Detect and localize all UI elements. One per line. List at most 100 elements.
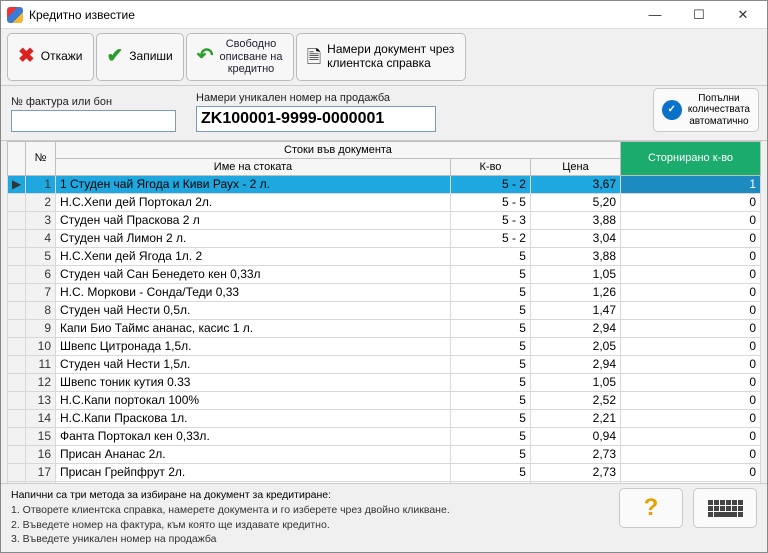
row-price: 2,05 [530, 337, 620, 355]
row-storn[interactable]: 0 [621, 247, 761, 265]
table-row[interactable]: 3Студен чай Праскова 2 л5 - 33,880 [8, 211, 761, 229]
row-price: 2,21 [530, 409, 620, 427]
row-qty: 5 [450, 445, 530, 463]
row-qty: 5 [450, 355, 530, 373]
save-button[interactable]: ✔ Запиши [96, 33, 184, 81]
unique-label: Намери уникален номер на продажба [196, 92, 436, 104]
row-marker [8, 409, 26, 427]
row-storn[interactable]: 1 [621, 175, 761, 193]
row-no: 12 [26, 373, 56, 391]
row-price: 2,52 [530, 391, 620, 409]
table-row[interactable]: 14Н.С.Капи Праскова 1л.52,210 [8, 409, 761, 427]
unique-input[interactable] [196, 106, 436, 132]
row-marker [8, 193, 26, 211]
col-storn[interactable]: Сторнирано к-во [621, 141, 761, 175]
col-name[interactable]: Име на стоката [56, 158, 451, 175]
row-storn[interactable]: 0 [621, 337, 761, 355]
free-credit-label: Свободно описване на кредитно [220, 38, 283, 76]
row-qty: 5 [450, 283, 530, 301]
table-row[interactable]: 13Н.С.Капи портокал 100%52,520 [8, 391, 761, 409]
row-price: 0,94 [530, 427, 620, 445]
row-storn[interactable]: 0 [621, 355, 761, 373]
find-document-button[interactable]: 🗎 Намери документ чрез клиентска справка [296, 33, 466, 81]
row-marker [8, 229, 26, 247]
table-row[interactable]: 17Присан Грейпфрут 2л.52,730 [8, 463, 761, 481]
row-name: Присан Ананас 2л. [56, 445, 451, 463]
row-storn[interactable]: 0 [621, 265, 761, 283]
auto-fill-button[interactable]: ✓ Попълни количествата автоматично [653, 88, 759, 133]
row-storn[interactable]: 0 [621, 463, 761, 481]
row-name: Н.С.Капи портокал 100% [56, 391, 451, 409]
grid-title: Стоки във документа [56, 141, 621, 158]
row-storn[interactable]: 0 [621, 229, 761, 247]
row-storn[interactable]: 0 [621, 445, 761, 463]
maximize-button[interactable]: ☐ [677, 3, 721, 27]
row-qty: 5 [450, 319, 530, 337]
row-storn[interactable]: 0 [621, 391, 761, 409]
col-qty[interactable]: К-во [450, 158, 530, 175]
table-row[interactable]: 8Студен чай Нести 0,5л.51,470 [8, 301, 761, 319]
row-no: 15 [26, 427, 56, 445]
row-price: 3,04 [530, 229, 620, 247]
row-storn[interactable]: 0 [621, 193, 761, 211]
invoice-input[interactable] [11, 110, 176, 132]
save-label: Запиши [129, 50, 172, 64]
row-storn[interactable]: 0 [621, 283, 761, 301]
footer-line-1: 1. Отворете клиентска справка, намерете … [11, 503, 609, 517]
row-storn[interactable]: 0 [621, 373, 761, 391]
table-row[interactable]: 7Н.С. Моркови - Сонда/Теди 0,3351,260 [8, 283, 761, 301]
cancel-button[interactable]: ✖ Откажи [7, 33, 94, 81]
table-row[interactable]: 2Н.С.Хепи дей Портокал 2л.5 - 55,200 [8, 193, 761, 211]
help-button[interactable]: ? [619, 488, 683, 528]
table-row[interactable]: 16Присан Ананас 2л.52,730 [8, 445, 761, 463]
row-marker [8, 337, 26, 355]
table-row[interactable]: 10Швепс Цитронада 1,5л.52,050 [8, 337, 761, 355]
table-row[interactable]: 5Н.С.Хепи дей Ягода 1л. 253,880 [8, 247, 761, 265]
row-qty: 5 [450, 463, 530, 481]
search-area: № фактура или бон Намери уникален номер … [1, 86, 767, 141]
footer-header: Напични са три метода за избиране на док… [11, 488, 609, 502]
row-no: 13 [26, 391, 56, 409]
col-price[interactable]: Цена [530, 158, 620, 175]
row-marker [8, 319, 26, 337]
minimize-button[interactable]: — [633, 3, 677, 27]
row-name: Студен чай Лимон 2 л. [56, 229, 451, 247]
row-price: 2,94 [530, 355, 620, 373]
row-storn[interactable]: 0 [621, 427, 761, 445]
table-row[interactable]: 4Студен чай Лимон 2 л.5 - 23,040 [8, 229, 761, 247]
row-storn[interactable]: 0 [621, 211, 761, 229]
titlebar: Кредитно известие — ☐ ✕ [1, 1, 767, 29]
row-name: Н.С.Капи Праскова 1л. [56, 409, 451, 427]
row-no: 9 [26, 319, 56, 337]
keyboard-button[interactable] [693, 488, 757, 528]
table-row[interactable]: 9Капи Био Таймс ананас, касис 1 л.52,940 [8, 319, 761, 337]
row-price: 3,88 [530, 211, 620, 229]
cancel-label: Откажи [41, 50, 83, 64]
table-row[interactable]: 6Студен чай Сан Бенедето кен 0,33л51,050 [8, 265, 761, 283]
table-row[interactable]: 15Фанта Портокал кен 0,33л.50,940 [8, 427, 761, 445]
row-price: 5,20 [530, 193, 620, 211]
col-no[interactable]: № [26, 141, 56, 175]
free-credit-button[interactable]: ↶ Свободно описване на кредитно [186, 33, 294, 81]
undo-icon: ↶ [197, 45, 214, 68]
cancel-icon: ✖ [18, 45, 35, 68]
footer-line-2: 2. Въведете номер на фактура, към която … [11, 518, 609, 532]
row-storn[interactable]: 0 [621, 301, 761, 319]
window: Кредитно известие — ☐ ✕ ✖ Откажи ✔ Запиш… [0, 0, 768, 553]
row-qty: 5 [450, 265, 530, 283]
row-storn[interactable]: 0 [621, 319, 761, 337]
row-no: 3 [26, 211, 56, 229]
row-qty: 5 [450, 427, 530, 445]
items-table[interactable]: № Стоки във документа Сторнирано к-во Им… [7, 141, 761, 483]
row-storn[interactable]: 0 [621, 409, 761, 427]
save-icon: ✔ [107, 45, 124, 68]
row-no: 6 [26, 265, 56, 283]
row-marker [8, 445, 26, 463]
table-row[interactable]: 11Студен чай Нести 1,5л.52,940 [8, 355, 761, 373]
table-row[interactable]: ▶11 Студен чай Ягода и Киви Раух - 2 л.5… [8, 175, 761, 193]
find-document-label: Намери документ чрез клиентска справка [327, 43, 454, 71]
row-marker [8, 427, 26, 445]
table-row[interactable]: 12Швепс тоник кутия 0.3351,050 [8, 373, 761, 391]
row-qty: 5 - 3 [450, 211, 530, 229]
close-button[interactable]: ✕ [721, 3, 765, 27]
